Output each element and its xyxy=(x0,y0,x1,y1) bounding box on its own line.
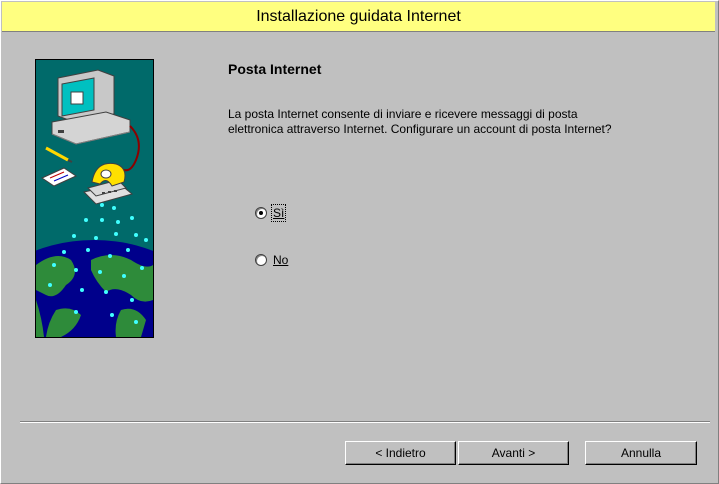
separator xyxy=(20,421,710,423)
radio-no[interactable] xyxy=(255,254,267,266)
back-button[interactable]: < Indietro xyxy=(345,441,456,465)
option-no-label[interactable]: No xyxy=(273,253,288,267)
illustration-svg xyxy=(36,60,153,337)
next-button-label: Avanti > xyxy=(491,446,536,460)
radio-yes[interactable] xyxy=(255,207,267,219)
option-yes-label[interactable]: Sì xyxy=(270,204,287,222)
window-title: Installazione guidata Internet xyxy=(2,2,715,32)
next-button[interactable]: Avanti > xyxy=(458,441,569,465)
window-title-text: Installazione guidata Internet xyxy=(256,7,461,25)
back-button-label: < Indietro xyxy=(375,446,426,460)
cancel-button[interactable]: Annulla xyxy=(585,441,697,465)
page-description: La posta Internet consente di inviare e … xyxy=(228,107,612,136)
option-no[interactable]: No xyxy=(255,253,288,267)
cancel-button-label: Annulla xyxy=(620,446,662,460)
page-heading: Posta Internet xyxy=(228,61,322,77)
option-yes[interactable]: Sì xyxy=(255,204,287,222)
wizard-illustration xyxy=(35,59,154,338)
